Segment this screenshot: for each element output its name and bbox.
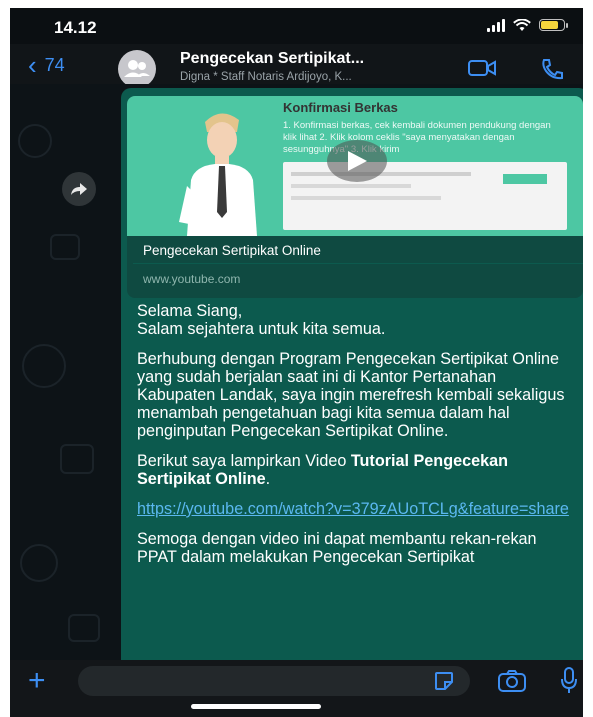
battery-icon [539, 19, 568, 31]
greeting-line-2: Salam sejahtera untuk kita semua. [137, 320, 386, 338]
battery-level [541, 21, 558, 29]
wifi-icon [513, 18, 531, 31]
screenshot-line [291, 196, 441, 200]
wallpaper-doodle [50, 234, 80, 260]
thumbnail-title: Konfirmasi Berkas [283, 100, 398, 115]
message-input[interactable] [78, 666, 470, 696]
message-bubble[interactable]: Konfirmasi Berkas 1. Konfirmasi berkas, … [121, 88, 583, 678]
presenter-illustration [179, 113, 257, 236]
wallpaper-doodle [68, 614, 100, 642]
play-icon [348, 151, 367, 171]
message-paragraph: Semoga dengan video ini dapat membantu r… [137, 530, 537, 566]
play-button[interactable] [327, 140, 387, 182]
status-bar: 14.12 [10, 8, 583, 44]
youtube-link[interactable]: https://youtube.com/watch?v=379zAUoTCLg&… [137, 500, 569, 518]
home-indicator[interactable] [191, 704, 321, 709]
signal-icon [487, 18, 505, 32]
unread-count: 74 [44, 54, 65, 75]
video-thumbnail[interactable]: Konfirmasi Berkas 1. Konfirmasi berkas, … [127, 96, 583, 236]
message-paragraph: Berikut saya lampirkan Video Tutorial Pe… [137, 452, 577, 488]
forward-icon [71, 183, 87, 195]
wallpaper-doodle [20, 544, 58, 582]
period: . [265, 470, 271, 488]
chat-title[interactable]: Pengecekan Sertipikat... [180, 50, 460, 68]
forward-button[interactable] [62, 172, 96, 206]
wallpaper-doodle [18, 124, 52, 158]
group-avatar[interactable] [118, 50, 156, 88]
screenshot-line [291, 184, 411, 188]
message-paragraph: https://youtube.com/watch?v=379zAUoTCLg&… [137, 500, 577, 518]
status-icons [487, 18, 568, 32]
message-paragraph: Berhubung dengan Program Pengecekan Sert… [137, 350, 565, 440]
back-button[interactable]: ‹ 74 [28, 52, 65, 78]
youtube-link-preview[interactable]: Konfirmasi Berkas 1. Konfirmasi berkas, … [127, 96, 583, 298]
chat-participants[interactable]: Digna * Staff Notaris Ardijoyo, K... [180, 71, 460, 83]
screenshot-button [503, 174, 547, 184]
message-text: Selama Siang, Salam sejahtera untuk kita… [137, 302, 577, 578]
link-title[interactable]: Pengecekan Sertipikat Online [143, 243, 321, 258]
message-paragraph: Selama Siang, Salam sejahtera untuk kita… [137, 302, 577, 338]
camera-icon[interactable] [497, 669, 527, 693]
chevron-left-icon: ‹ [28, 50, 37, 80]
phone-icon[interactable] [540, 58, 564, 80]
sticker-icon[interactable] [434, 671, 454, 691]
attachment-intro: Berikut saya lampirkan Video [137, 452, 351, 470]
plus-icon[interactable]: + [28, 666, 46, 696]
link-domain: www.youtube.com [143, 272, 241, 286]
microphone-icon[interactable] [560, 667, 578, 695]
preview-divider [133, 263, 583, 264]
phone-screen: 14.12 ‹ 74 Pengecekan Sertipikat... Dign… [10, 8, 583, 717]
status-time: 14.12 [54, 18, 97, 37]
wallpaper-doodle [22, 344, 66, 388]
wallpaper-doodle [60, 444, 94, 474]
group-icon [124, 60, 150, 77]
thumbnail-steps: 1. Konfirmasi berkas, cek kembali dokume… [283, 120, 551, 155]
video-camera-icon[interactable] [468, 58, 496, 78]
thumbnail-screenshot [283, 162, 567, 230]
greeting-line: Selama Siang, [137, 302, 243, 320]
